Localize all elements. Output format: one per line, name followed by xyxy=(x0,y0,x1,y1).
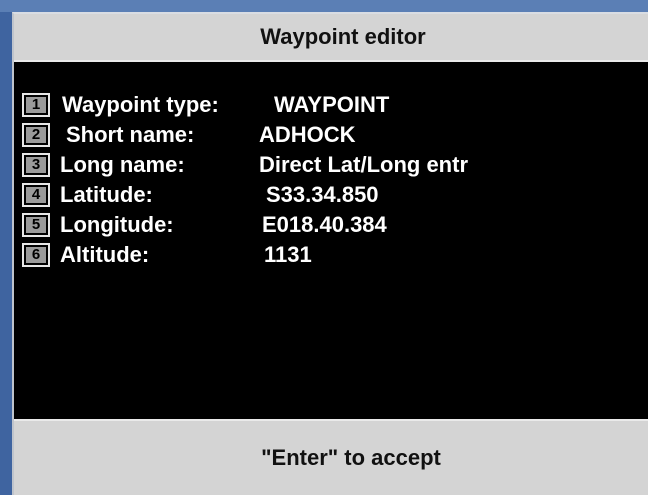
field-label: Latitude: xyxy=(60,182,153,207)
desktop-background-edge xyxy=(0,12,12,495)
field-label: Altitude: xyxy=(60,242,150,267)
field-number-key: 5 xyxy=(22,213,50,237)
field-label: Longitude: xyxy=(60,212,174,237)
window-title: Waypoint editor xyxy=(260,24,426,49)
field-row-waypoint-type[interactable]: 1 Waypoint type: WAYPOINT xyxy=(22,90,642,120)
field-number-key: 2 xyxy=(22,123,50,147)
field-value[interactable]: E018.40.384 xyxy=(262,212,387,238)
accept-hint: "Enter" to accept xyxy=(261,445,441,470)
field-value[interactable]: 1131 xyxy=(264,242,312,268)
field-row-longitude[interactable]: 5 Longitude: E018.40.384 xyxy=(22,210,642,240)
field-row-short-name[interactable]: 2 Short name: ADHOCK xyxy=(22,120,642,150)
field-row-altitude[interactable]: 6 Altitude: 1131 xyxy=(22,240,642,270)
field-value[interactable]: WAYPOINT xyxy=(274,92,389,118)
field-row-latitude[interactable]: 4 Latitude: S33.34.850 xyxy=(22,180,642,210)
field-number-key: 3 xyxy=(22,153,50,177)
field-value[interactable]: ADHOCK xyxy=(259,122,356,148)
field-value[interactable]: Direct Lat/Long entr xyxy=(259,152,468,178)
field-label: Short name: xyxy=(66,122,195,147)
field-label: Long name: xyxy=(60,152,185,177)
accept-bar[interactable]: "Enter" to accept xyxy=(14,419,648,495)
field-label: Waypoint type: xyxy=(62,92,219,117)
desktop-background-strip xyxy=(0,0,648,12)
field-value[interactable]: S33.34.850 xyxy=(266,182,379,208)
field-row-long-name[interactable]: 3 Long name: Direct Lat/Long entr xyxy=(22,150,642,180)
waypoint-editor-window: Waypoint editor 1 Waypoint type: WAYPOIN… xyxy=(12,12,648,495)
field-number-key: 6 xyxy=(22,243,50,267)
title-bar: Waypoint editor xyxy=(14,14,648,62)
field-number-key: 1 xyxy=(22,93,50,117)
field-number-key: 4 xyxy=(22,183,50,207)
